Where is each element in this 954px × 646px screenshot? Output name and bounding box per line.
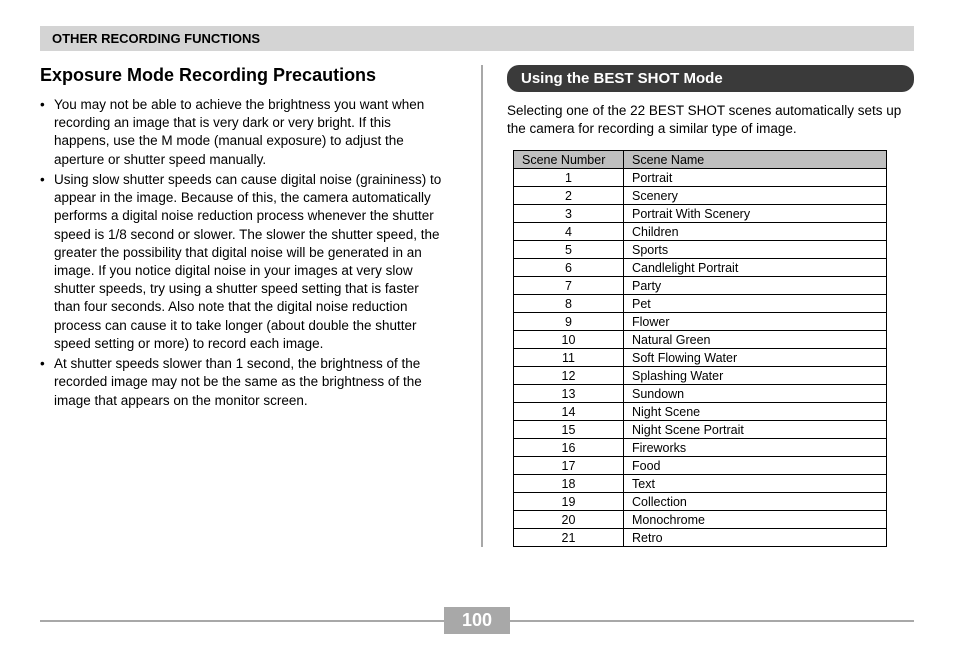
th-scene-name: Scene Name — [624, 151, 887, 169]
cell-scene-name: Splashing Water — [624, 367, 887, 385]
precautions-list: You may not be able to achieve the brigh… — [40, 96, 447, 410]
table-row: 6Candlelight Portrait — [514, 259, 887, 277]
table-row: 5Sports — [514, 241, 887, 259]
table-row: 16Fireworks — [514, 439, 887, 457]
cell-scene-number: 4 — [514, 223, 624, 241]
left-title: Exposure Mode Recording Precautions — [40, 65, 447, 86]
cell-scene-number: 5 — [514, 241, 624, 259]
cell-scene-name: Food — [624, 457, 887, 475]
cell-scene-number: 15 — [514, 421, 624, 439]
cell-scene-name: Night Scene — [624, 403, 887, 421]
table-row: 9Flower — [514, 313, 887, 331]
table-row: 15Night Scene Portrait — [514, 421, 887, 439]
footer-rule-left — [40, 620, 444, 622]
cell-scene-number: 14 — [514, 403, 624, 421]
cell-scene-name: Fireworks — [624, 439, 887, 457]
cell-scene-name: Sundown — [624, 385, 887, 403]
cell-scene-name: Sports — [624, 241, 887, 259]
table-row: 19Collection — [514, 493, 887, 511]
table-row: 3Portrait With Scenery — [514, 205, 887, 223]
cell-scene-number: 9 — [514, 313, 624, 331]
cell-scene-number: 12 — [514, 367, 624, 385]
table-row: 12Splashing Water — [514, 367, 887, 385]
cell-scene-name: Text — [624, 475, 887, 493]
page-number: 100 — [444, 607, 510, 634]
best-shot-subheader: Using the BEST SHOT Mode — [507, 65, 914, 92]
table-row: 13Sundown — [514, 385, 887, 403]
column-divider — [481, 65, 483, 547]
cell-scene-name: Portrait — [624, 169, 887, 187]
cell-scene-number: 1 — [514, 169, 624, 187]
table-row: 17Food — [514, 457, 887, 475]
cell-scene-number: 18 — [514, 475, 624, 493]
table-row: 1Portrait — [514, 169, 887, 187]
table-row: 7Party — [514, 277, 887, 295]
table-row: 18Text — [514, 475, 887, 493]
cell-scene-name: Night Scene Portrait — [624, 421, 887, 439]
cell-scene-name: Pet — [624, 295, 887, 313]
table-row: 21Retro — [514, 529, 887, 547]
cell-scene-number: 8 — [514, 295, 624, 313]
page: OTHER RECORDING FUNCTIONS Exposure Mode … — [0, 0, 954, 547]
list-item: Using slow shutter speeds can cause digi… — [40, 171, 447, 353]
footer-rule-right — [510, 620, 914, 622]
content-columns: Exposure Mode Recording Precautions You … — [40, 65, 914, 547]
left-column: Exposure Mode Recording Precautions You … — [40, 65, 457, 547]
cell-scene-name: Portrait With Scenery — [624, 205, 887, 223]
table-row: 2Scenery — [514, 187, 887, 205]
cell-scene-number: 16 — [514, 439, 624, 457]
cell-scene-name: Collection — [624, 493, 887, 511]
list-item: At shutter speeds slower than 1 second, … — [40, 355, 447, 410]
table-row: 14Night Scene — [514, 403, 887, 421]
cell-scene-name: Flower — [624, 313, 887, 331]
cell-scene-number: 3 — [514, 205, 624, 223]
table-row: 10Natural Green — [514, 331, 887, 349]
cell-scene-number: 20 — [514, 511, 624, 529]
section-header: OTHER RECORDING FUNCTIONS — [40, 26, 914, 51]
cell-scene-number: 13 — [514, 385, 624, 403]
cell-scene-number: 2 — [514, 187, 624, 205]
cell-scene-number: 10 — [514, 331, 624, 349]
right-column: Using the BEST SHOT Mode Selecting one o… — [507, 65, 914, 547]
best-shot-intro: Selecting one of the 22 BEST SHOT scenes… — [507, 102, 914, 138]
th-scene-number: Scene Number — [514, 151, 624, 169]
scene-table: Scene Number Scene Name 1Portrait2Scener… — [513, 150, 887, 547]
cell-scene-name: Monochrome — [624, 511, 887, 529]
table-header-row: Scene Number Scene Name — [514, 151, 887, 169]
table-row: 11Soft Flowing Water — [514, 349, 887, 367]
table-row: 4Children — [514, 223, 887, 241]
cell-scene-number: 17 — [514, 457, 624, 475]
cell-scene-name: Retro — [624, 529, 887, 547]
page-footer: 100 — [40, 607, 914, 634]
cell-scene-name: Candlelight Portrait — [624, 259, 887, 277]
cell-scene-number: 11 — [514, 349, 624, 367]
table-row: 8Pet — [514, 295, 887, 313]
cell-scene-number: 19 — [514, 493, 624, 511]
cell-scene-name: Scenery — [624, 187, 887, 205]
table-row: 20Monochrome — [514, 511, 887, 529]
cell-scene-name: Soft Flowing Water — [624, 349, 887, 367]
list-item: You may not be able to achieve the brigh… — [40, 96, 447, 169]
cell-scene-name: Natural Green — [624, 331, 887, 349]
cell-scene-name: Children — [624, 223, 887, 241]
cell-scene-number: 7 — [514, 277, 624, 295]
cell-scene-name: Party — [624, 277, 887, 295]
cell-scene-number: 21 — [514, 529, 624, 547]
cell-scene-number: 6 — [514, 259, 624, 277]
